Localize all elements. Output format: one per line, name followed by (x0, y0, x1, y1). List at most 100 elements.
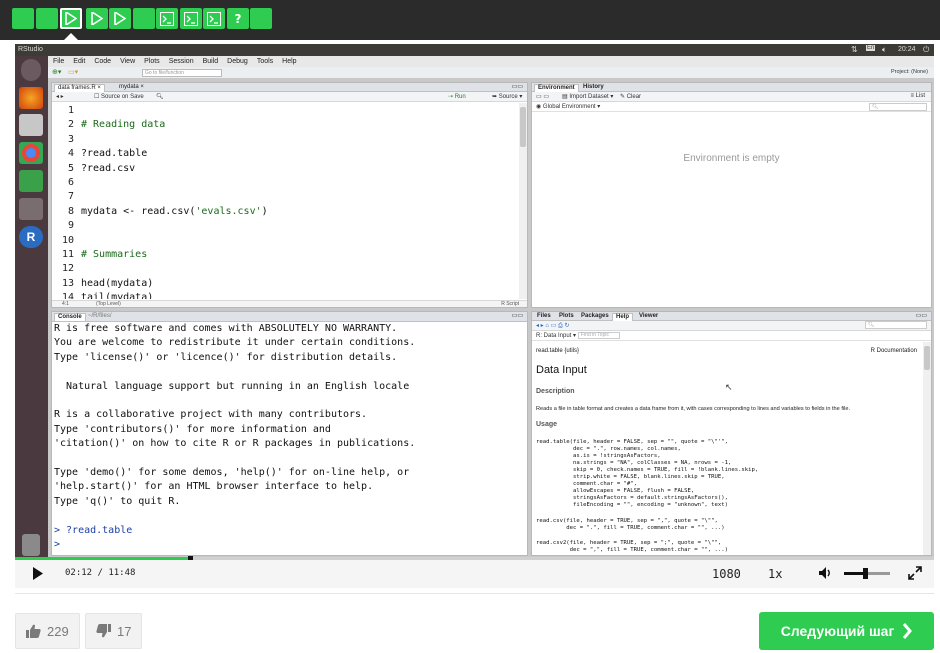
tab-mydata[interactable]: mydata × (116, 84, 147, 92)
console-maximize-icon[interactable]: ▭▭ (512, 312, 523, 319)
console-prompt[interactable]: > (54, 539, 60, 550)
step-11-blank-button[interactable] (250, 8, 272, 29)
nav-arrows-icon[interactable]: ◂ ▸ (56, 93, 64, 100)
window-title: RStudio (18, 46, 43, 53)
fullscreen-icon[interactable] (908, 566, 922, 583)
firefox-icon[interactable] (19, 87, 43, 109)
new-file-icon[interactable]: ⊕▾ (52, 68, 61, 76)
help-scroll-thumb[interactable] (924, 346, 930, 370)
editor-scroll-thumb[interactable] (520, 107, 526, 147)
like-button[interactable]: 229 (15, 613, 80, 649)
volume-slider[interactable] (844, 568, 890, 579)
code-line[interactable]: tail(mydata) (81, 292, 153, 299)
code-area[interactable]: 1 2 # Reading data 3 4 ?read.table 5 ?read.csv 6… (52, 103, 522, 299)
play-icon[interactable] (32, 567, 44, 583)
tab-environment[interactable]: Environment (534, 84, 579, 92)
text-editor-icon[interactable] (19, 198, 43, 220)
code-line[interactable]: ?read.csv (81, 163, 135, 174)
run-button[interactable]: ⇢ Run (448, 93, 466, 100)
tab-help[interactable]: Help (612, 313, 634, 321)
source-button[interactable]: ➥ Source ▾ (492, 93, 522, 100)
open-file-icon[interactable]: ▭▾ (68, 68, 78, 76)
speed-button[interactable]: 1x (768, 567, 782, 581)
step-1-blank-button[interactable] (12, 8, 34, 29)
console-output-line: Type 'q()' to quit R. (54, 495, 181, 507)
menu-code[interactable]: Code (94, 58, 111, 65)
environment-search-input[interactable]: 🔍︎ (869, 103, 927, 111)
usage-line: read.table(file, header = FALSE, sep = "… (536, 439, 728, 445)
help-maximize-icon[interactable]: ▭▭ (916, 312, 927, 319)
help-scrollbar[interactable] (923, 342, 931, 555)
help-tabs: Files Plots Packages Help Viewer ▭▭ (532, 312, 931, 321)
usage-line: dec = ",", fill = TRUE, comment.char = "… (536, 547, 728, 553)
global-environment-dropdown[interactable]: ◉ Global Environment ▾ (536, 103, 600, 110)
video-frame[interactable]: RStudio ⇅ En 🔈︎ 20:24 ⏻ R File Edit Code Vi… (15, 44, 934, 557)
help-nav-icons[interactable]: ◂ ▸ ⌂ ▭ ⎙ ↻ (536, 322, 569, 330)
trash-icon[interactable] (22, 534, 40, 556)
find-in-topic-input[interactable]: Find in Topic (578, 332, 620, 339)
goto-file-input[interactable]: Go to file/function (142, 69, 222, 77)
tab-history[interactable]: History (580, 84, 607, 92)
play-step-icon (91, 12, 103, 25)
step-7-terminal-button[interactable] (156, 8, 178, 29)
clear-button[interactable]: ✎ Clear (620, 93, 641, 100)
code-line[interactable]: mydata <- read.csv('evals.csv') (81, 206, 268, 217)
menu-view[interactable]: View (120, 58, 135, 65)
rstudio-launcher-icon[interactable]: R (19, 226, 43, 248)
menu-debug[interactable]: Debug (227, 58, 248, 65)
search-icon[interactable]: 🔍︎ (156, 93, 164, 100)
ubuntu-launcher: R (15, 56, 48, 557)
step-10-quiz-button[interactable]: ? (227, 8, 249, 29)
help-topic-dropdown[interactable]: R: Data Input ▾ (536, 332, 576, 339)
volume-knob[interactable] (862, 568, 868, 579)
dislike-count: 17 (117, 623, 132, 639)
step-9-terminal-button[interactable] (203, 8, 225, 29)
scope-indicator[interactable]: (Top Level) (96, 301, 121, 307)
pane-maximize-icon[interactable]: ▭▭ (512, 83, 523, 90)
menu-file[interactable]: File (53, 58, 64, 65)
menu-session[interactable]: Session (169, 58, 194, 65)
files-icon[interactable] (19, 114, 43, 136)
os-top-panel: RStudio ⇅ En 🔈︎ 20:24 ⏻ (15, 44, 934, 56)
source-on-save-checkbox[interactable]: ☐ Source on Save (94, 93, 144, 100)
step-8-terminal-button[interactable] (180, 8, 202, 29)
step-6-blank-button[interactable] (133, 8, 155, 29)
help-search-input[interactable]: 🔍︎ (865, 321, 927, 329)
volume-icon[interactable] (818, 566, 832, 583)
list-view-button[interactable]: ≡ List (910, 93, 925, 99)
menu-tools[interactable]: Tools (257, 58, 273, 65)
load-workspace-icon[interactable]: ▭ ▭ (536, 93, 549, 100)
menu-plots[interactable]: Plots (144, 58, 160, 65)
console-output-line: R is free software and comes with ABSOLU… (54, 323, 398, 334)
console-output-line: Natural language support but running in … (54, 380, 410, 392)
step-2-blank-button[interactable] (36, 8, 58, 29)
step-4-play-button[interactable] (86, 8, 108, 29)
next-step-button[interactable]: Следующий шаг (759, 612, 934, 650)
quality-button[interactable]: 1080 (712, 567, 741, 581)
import-dataset-button[interactable]: ▤ Import Dataset ▾ (562, 93, 613, 100)
spreadsheet-icon[interactable] (19, 170, 43, 192)
menu-edit[interactable]: Edit (73, 58, 85, 65)
step-3-play-button[interactable] (60, 8, 82, 29)
menu-build[interactable]: Build (203, 58, 219, 65)
menu-help[interactable]: Help (282, 58, 296, 65)
code-line[interactable]: ?read.table (81, 148, 147, 159)
project-menu[interactable]: Project: (None) (891, 69, 928, 75)
dislike-button[interactable]: 17 (85, 613, 143, 649)
file-type-indicator[interactable]: R Script (501, 301, 519, 307)
chrome-icon[interactable] (19, 142, 43, 164)
code-line[interactable]: # Reading data (81, 119, 165, 130)
step-5-play-button[interactable] (109, 8, 131, 29)
code-line[interactable]: head(mydata) (81, 278, 153, 289)
like-count: 229 (47, 623, 69, 639)
dash-home-icon[interactable] (21, 59, 41, 81)
tab-console[interactable]: Console (54, 313, 86, 321)
tab-viewer[interactable]: Viewer (636, 313, 661, 321)
tab-plots[interactable]: Plots (556, 313, 577, 321)
tab-packages[interactable]: Packages (578, 313, 612, 321)
console-output[interactable]: R is free software and comes with ABSOLU… (52, 322, 522, 556)
tab-files[interactable]: Files (534, 313, 554, 321)
code-line[interactable]: # Summaries (81, 249, 147, 260)
tab-data-frames[interactable]: data frames.R × (54, 84, 105, 92)
editor-scrollbar[interactable] (519, 103, 527, 299)
